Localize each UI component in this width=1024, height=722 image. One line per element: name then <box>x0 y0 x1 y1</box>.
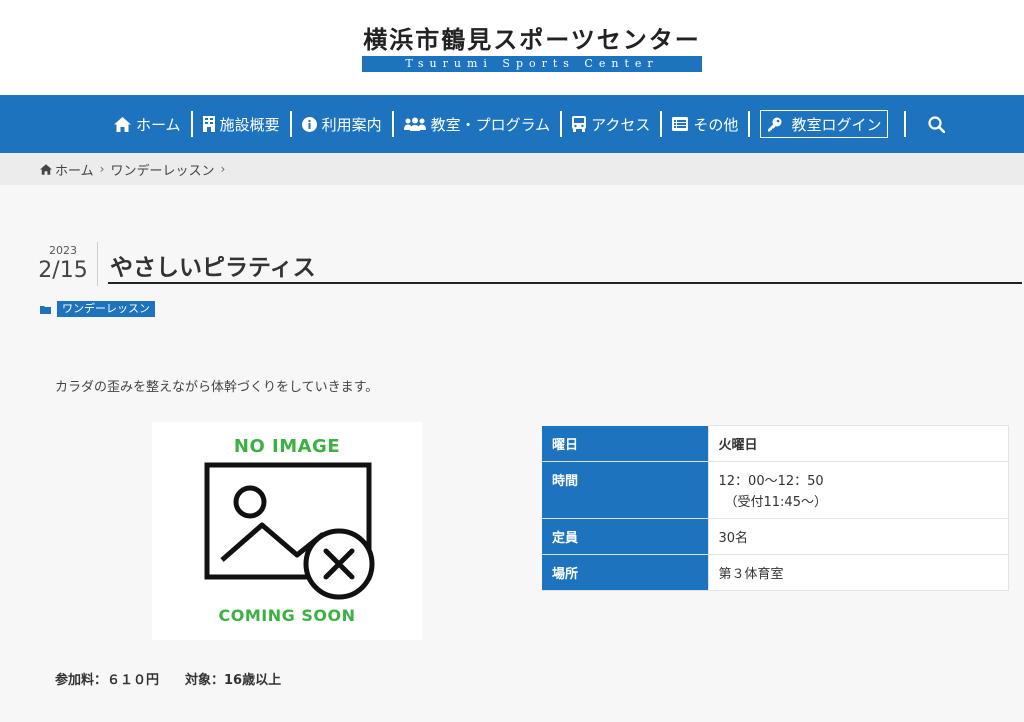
folder-icon <box>40 305 51 314</box>
post-date: 2023 2/15 <box>38 244 98 286</box>
info-label-capacity: 定員 <box>542 518 708 555</box>
table-row: 曜日 火曜日 <box>542 425 1009 462</box>
post-title: やさしいピラティス <box>110 255 316 281</box>
nav-separator <box>748 111 751 137</box>
chevron-right-icon: › <box>99 162 105 176</box>
info-label-time: 時間 <box>542 461 708 519</box>
nav-label-home: ホーム <box>136 115 181 134</box>
post-date-year: 2023 <box>49 244 77 257</box>
table-row: 定員 30名 <box>542 518 1009 555</box>
post-category: ワンデーレッスン <box>40 301 155 317</box>
site-header: 横浜市鶴見スポーツセンター Tsurumi Sports Center <box>0 0 1024 95</box>
login-label: 教室ログイン <box>791 115 882 134</box>
nav-item-home[interactable]: ホーム <box>106 95 189 153</box>
date-divider <box>97 242 98 286</box>
nav-label-other: その他 <box>693 115 739 134</box>
building-icon <box>202 116 215 132</box>
home-icon <box>114 116 131 132</box>
coming-soon-text: COMING SOON <box>218 606 356 625</box>
breadcrumb: ホーム › ワンデーレッスン › <box>0 153 1024 185</box>
info-value-time: 12：00～12：50 （受付11:45～） <box>707 461 1009 519</box>
title-underline <box>108 282 1022 284</box>
nav-separator <box>190 111 193 137</box>
nav-item-other[interactable]: その他 <box>664 95 746 153</box>
search-icon <box>928 115 946 133</box>
info-label-day: 曜日 <box>542 425 708 462</box>
no-image-text: NO IMAGE <box>233 436 341 457</box>
info-value-day: 火曜日 <box>707 425 1009 462</box>
nav-item-login-wrap: 教室ログイン <box>752 95 896 153</box>
info-icon <box>301 116 317 132</box>
info-value-capacity: 30名 <box>707 518 1009 555</box>
info-value-time-reception: （受付11:45～） <box>724 495 827 510</box>
info-value-time-main: 12：00～12：50 <box>718 474 824 489</box>
nav-separator <box>904 111 907 137</box>
table-row: 時間 12：00～12：50 （受付11:45～） <box>542 461 1009 519</box>
lesson-info-table: 曜日 火曜日 時間 12：00～12：50 （受付11:45～） 定員 30名 … <box>542 425 1009 591</box>
image-placeholder-icon <box>204 462 375 600</box>
home-icon <box>40 163 52 175</box>
nav-item-programs[interactable]: 教室・プログラム <box>396 95 559 153</box>
nav-separator <box>660 111 663 137</box>
main-nav: ホーム 施設概要 利用案内 教室・プログラム アクセス その他 教室ログイン <box>0 95 1024 153</box>
nav-label-guide: 利用案内 <box>321 115 382 134</box>
post-date-month-day: 2/15 <box>38 258 88 283</box>
breadcrumb-current[interactable]: ワンデーレッスン <box>110 160 214 179</box>
nav-item-guide[interactable]: 利用案内 <box>294 95 390 153</box>
nav-label-programs: 教室・プログラム <box>430 115 551 134</box>
info-value-place: 第３体育室 <box>707 554 1009 591</box>
nav-label-access: アクセス <box>591 115 651 134</box>
info-label-place: 場所 <box>542 554 708 591</box>
fee-text: 参加料：６１０円 <box>55 673 160 688</box>
chevron-right-icon: › <box>220 162 226 176</box>
bus-icon <box>572 116 587 132</box>
logo-japanese: 横浜市鶴見スポーツセンター <box>363 25 701 54</box>
class-login-button[interactable]: 教室ログイン <box>760 110 889 138</box>
nav-separator <box>391 111 394 137</box>
no-image-placeholder: NO IMAGE COMING SOON <box>152 422 422 640</box>
site-logo[interactable]: 横浜市鶴見スポーツセンター Tsurumi Sports Center <box>362 24 702 74</box>
post-lead: カラダの歪みを整えながら体幹づくりをしていきます。 <box>55 380 379 395</box>
list-icon <box>672 117 689 131</box>
nav-label-facility: 施設概要 <box>219 115 280 134</box>
nav-separator <box>289 111 292 137</box>
fee-target-note: 参加料：６１０円 対象：16歳以上 <box>55 669 281 688</box>
breadcrumb-home-label: ホーム <box>55 163 94 179</box>
logo-english: Tsurumi Sports Center <box>362 56 702 72</box>
nav-item-access[interactable]: アクセス <box>564 95 658 153</box>
key-icon <box>768 117 782 131</box>
breadcrumb-home[interactable]: ホーム <box>40 160 94 179</box>
nav-item-facility[interactable]: 施設概要 <box>195 95 288 153</box>
search-button[interactable] <box>922 95 951 153</box>
table-row: 場所 第３体育室 <box>542 554 1009 591</box>
category-badge[interactable]: ワンデーレッスン <box>57 301 155 317</box>
users-icon <box>403 117 426 131</box>
target-text: 対象：16歳以上 <box>185 673 282 688</box>
nav-separator <box>560 111 563 137</box>
